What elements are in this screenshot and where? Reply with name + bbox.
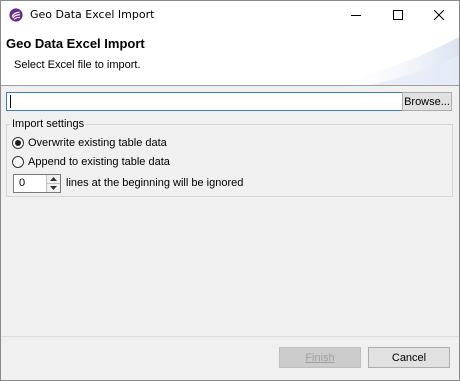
file-path-input[interactable] <box>6 92 405 111</box>
spinner-up-button[interactable] <box>46 175 60 184</box>
skip-lines-spinner[interactable]: 0 <box>13 174 61 193</box>
browse-button[interactable]: Browse... <box>402 92 452 111</box>
arrow-up-icon <box>50 177 57 181</box>
overwrite-radio-label: Overwrite existing table data <box>28 137 167 149</box>
overwrite-radio-option[interactable]: Overwrite existing table data <box>12 136 167 150</box>
wizard-banner: Geo Data Excel Import Select Excel file … <box>1 29 459 86</box>
maximize-button[interactable] <box>381 1 415 29</box>
arrow-down-icon <box>50 186 57 190</box>
append-radio[interactable] <box>12 156 24 168</box>
skip-lines-label: lines at the beginning will be ignored <box>66 177 244 189</box>
finish-button-label: Finish <box>305 351 335 364</box>
maximize-icon <box>393 10 403 20</box>
overwrite-radio[interactable] <box>12 137 24 149</box>
window-title: Geo Data Excel Import <box>30 8 155 21</box>
minimize-icon <box>351 15 361 16</box>
footer-separator <box>1 336 459 337</box>
import-settings-legend: Import settings <box>10 118 87 130</box>
skip-lines-value[interactable]: 0 <box>19 177 25 189</box>
banner-description: Select Excel file to import. <box>14 59 141 71</box>
title-bar: Geo Data Excel Import <box>1 1 459 29</box>
app-logo-icon <box>9 8 23 22</box>
append-radio-label: Append to existing table data <box>28 156 170 168</box>
cancel-button[interactable]: Cancel <box>368 347 450 368</box>
import-wizard-dialog: Geo Data Excel Import Geo Data Excel Imp… <box>0 0 460 381</box>
text-caret <box>10 95 11 108</box>
append-radio-option[interactable]: Append to existing table data <box>12 155 170 169</box>
banner-decoration <box>329 37 459 85</box>
close-icon <box>434 10 444 20</box>
spinner-down-button[interactable] <box>46 184 60 192</box>
close-button[interactable] <box>422 1 456 29</box>
finish-button[interactable]: Finish <box>279 347 361 368</box>
minimize-button[interactable] <box>339 1 373 29</box>
banner-title: Geo Data Excel Import <box>6 36 145 51</box>
